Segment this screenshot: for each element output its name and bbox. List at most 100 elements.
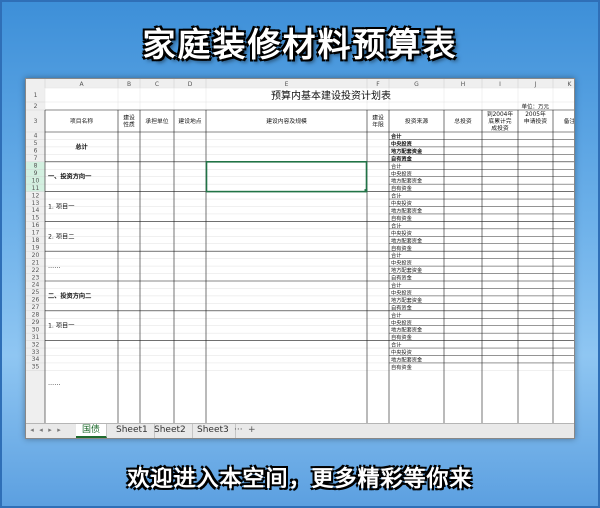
row-number-19: 19	[32, 244, 40, 251]
row-label-ellipsis-2: ……	[48, 380, 60, 387]
unit-label: 单位：万元	[521, 103, 549, 111]
header-fund-source: 投资来源	[405, 117, 428, 125]
fund-source-item: 地方配套资金	[391, 266, 423, 274]
banner-footer: 欢迎进入本空间，更多精彩等你来	[127, 467, 473, 492]
column-letter-H: H	[461, 81, 466, 88]
fund-source-item: 合计	[391, 251, 401, 259]
fund-source-item: 自有资金	[391, 303, 413, 311]
row-number-24: 24	[32, 282, 40, 289]
row-number-29: 29	[32, 319, 40, 326]
row-label-project-2: 2. 项目二	[48, 233, 74, 240]
fund-source-item: 合计	[391, 281, 401, 289]
row-number-2: 2	[34, 103, 38, 110]
header-undertaker: 承担单位	[145, 117, 168, 125]
tab-prev-icon[interactable]: ◂	[37, 426, 45, 434]
header-cumulative-2004: 底累计完	[488, 117, 511, 125]
row-number-35: 35	[32, 364, 40, 371]
row-number-31: 31	[32, 334, 40, 341]
fund-source-item: 自有资金	[391, 274, 413, 282]
sheet-tab-bar: ◂ ◂ ▸ ▸ 国债 Sheet1 Sheet2 Sheet3 ··· +	[26, 423, 574, 438]
row-number-32: 32	[32, 341, 40, 348]
fund-source-item: 中央投资	[391, 259, 412, 267]
header-location: 建设地点	[178, 117, 201, 125]
fund-source-item: 合计	[391, 132, 402, 140]
fill-handle	[364, 189, 368, 193]
row-number-18: 18	[32, 237, 40, 244]
row-number-30: 30	[32, 326, 40, 333]
row-number-27: 27	[32, 304, 40, 311]
row-label-direction-1: 一、投资方向一	[48, 173, 92, 181]
fund-source-item: 中央投资	[391, 139, 413, 147]
fund-source-item: 自有资金	[391, 244, 413, 252]
row-number-10: 10	[32, 177, 40, 184]
row-number-8: 8	[34, 163, 38, 170]
fund-source-item: 中央投资	[391, 288, 412, 296]
row-number-12: 12	[32, 192, 40, 199]
tab-first-icon[interactable]: ◂	[28, 426, 36, 434]
column-letter-F: F	[376, 81, 380, 88]
row-number-22: 22	[32, 267, 40, 274]
fund-source-item: 合计	[391, 162, 401, 170]
tab-last-icon[interactable]: ▸	[55, 426, 63, 434]
header-total-investment: 总投资	[454, 117, 472, 125]
row-number-14: 14	[32, 207, 40, 214]
fund-source-item: 自有资金	[391, 154, 413, 162]
fund-source-item: 合计	[391, 311, 401, 319]
row-number-15: 15	[32, 215, 40, 222]
fund-source-item: 中央投资	[391, 229, 412, 237]
spreadsheet-window[interactable]: A B C D E F G H I J K 1 2 3 4 5 6 7 8 9 10 11 12 13 14 15 16 17 18 19…	[25, 78, 575, 439]
add-sheet-icon[interactable]: +	[248, 424, 256, 437]
fund-source-item: 地方配套资金	[391, 147, 423, 155]
fund-source-item: 地方配套资金	[391, 236, 423, 244]
row-number-33: 33	[32, 349, 40, 356]
row-label-total: 总计	[75, 143, 88, 151]
header-remarks: 备注	[564, 117, 575, 125]
row-number-28: 28	[32, 312, 40, 319]
more-sheets-icon[interactable]: ···	[234, 424, 243, 437]
row-number-6: 6	[34, 148, 38, 155]
row-number-1: 1	[34, 92, 38, 99]
row-number-9: 9	[34, 170, 38, 177]
row-label-direction-2: 二、投资方向二	[48, 292, 91, 300]
row-number-21: 21	[32, 259, 40, 266]
header-build-nature: 建设	[123, 114, 135, 122]
sheet-tab-sheet2[interactable]: Sheet2	[148, 424, 193, 438]
header-build-years: 年限	[372, 121, 384, 129]
row-number-16: 16	[32, 222, 40, 229]
row-label-ellipsis-1: ……	[48, 263, 60, 270]
sheet-title: 预算内基本建设投资计划表	[271, 89, 391, 102]
fund-source-item: 地方配套资金	[391, 326, 423, 334]
fund-source-item: 合计	[391, 341, 401, 349]
header-build-nature: 性质	[123, 121, 135, 129]
fund-source-item: 中央投资	[391, 169, 412, 177]
sheet-tab-guozhai[interactable]: 国债	[76, 424, 108, 438]
row-number-23: 23	[32, 274, 40, 281]
banner-title: 家庭装修材料预算表	[142, 25, 458, 64]
fund-source-item: 自有资金	[391, 363, 413, 371]
row-number-11: 11	[32, 185, 40, 192]
column-letter-D: D	[188, 81, 193, 88]
row-label-project-1b: 1. 项目一	[48, 323, 74, 330]
column-header-strip	[26, 79, 574, 88]
fund-source-item: 合计	[391, 192, 401, 200]
fund-source-item: 自有资金	[391, 184, 413, 192]
header-content-scale: 建设内容及规模	[266, 117, 307, 125]
row-number-25: 25	[32, 289, 40, 296]
fund-source-item: 地方配套资金	[391, 356, 423, 364]
column-letter-G: G	[414, 81, 419, 88]
tab-next-icon[interactable]: ▸	[46, 426, 54, 434]
header-project-name: 项目名称	[70, 117, 93, 125]
row-number-5: 5	[34, 140, 38, 147]
fund-source-item: 中央投资	[391, 318, 412, 326]
column-letter-J: J	[534, 81, 537, 88]
column-letter-E: E	[285, 81, 289, 88]
header-build-years: 建设	[372, 114, 384, 122]
fund-source-item: 地方配套资金	[391, 177, 423, 185]
header-cumulative-2004: 成投资	[491, 124, 509, 132]
spreadsheet-grid[interactable]: A B C D E F G H I J K12345678910111213141516171819…	[26, 79, 575, 425]
sheet-tab-sheet3[interactable]: Sheet3	[191, 424, 236, 438]
header-apply-2005: 申请投资	[524, 117, 547, 125]
header-cumulative-2004: 到2004年	[487, 110, 514, 118]
row-number-13: 13	[32, 200, 40, 207]
fund-source-item: 中央投资	[391, 199, 412, 207]
